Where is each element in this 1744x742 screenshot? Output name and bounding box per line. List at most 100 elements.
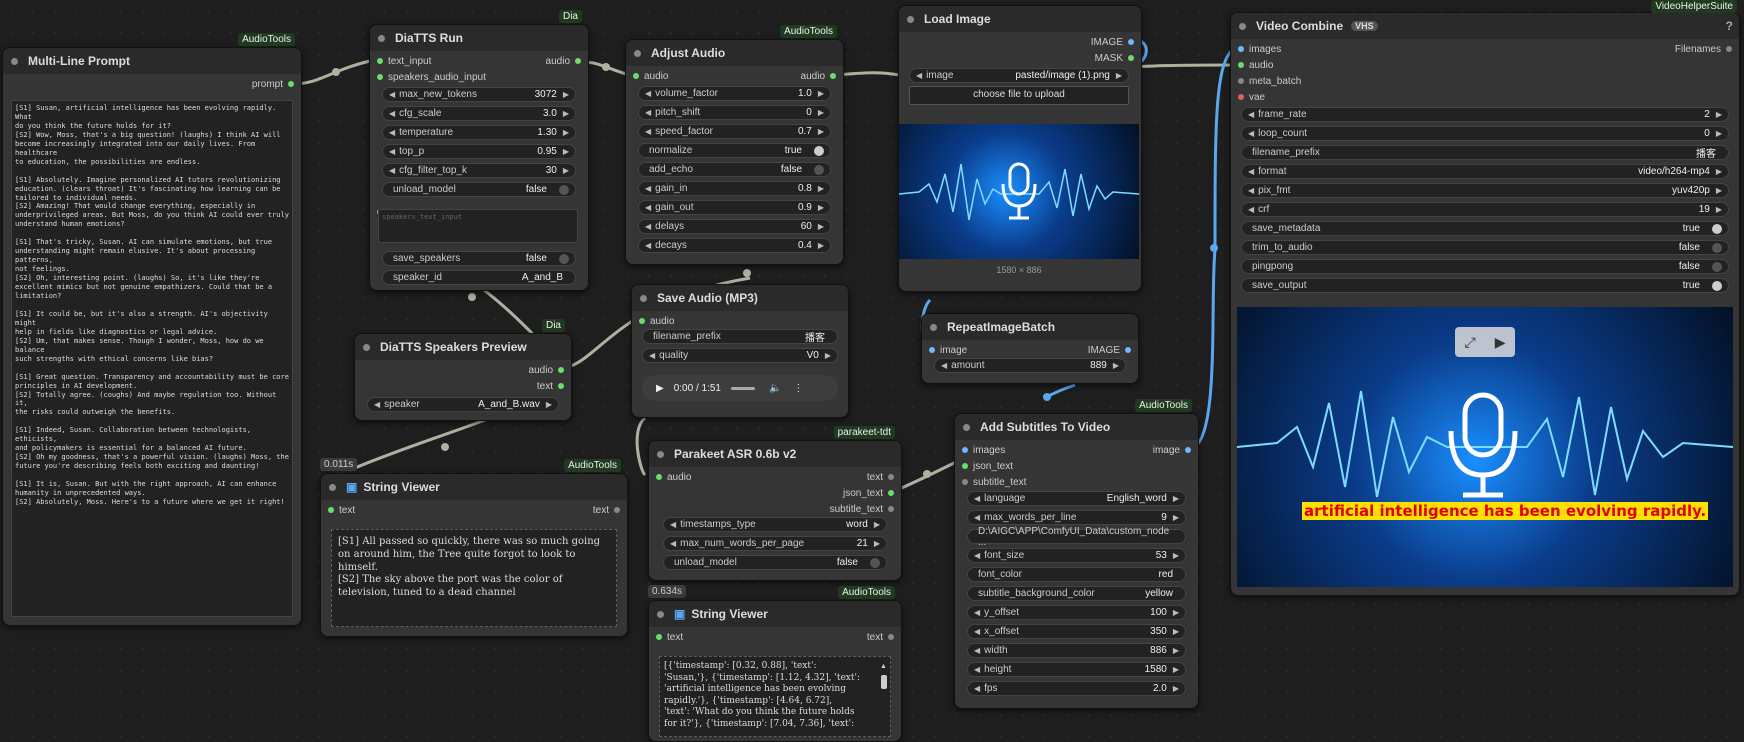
collapse-dot-icon[interactable] (378, 34, 385, 42)
arrow-left-icon[interactable]: ◀ (941, 361, 947, 370)
widget-max-words-per-line[interactable]: ◀ max_words_per_line 9 ▶ (967, 510, 1186, 525)
arrow-right-icon[interactable]: ▶ (818, 184, 824, 193)
widget-fps[interactable]: ◀ fps 2.0 ▶ (967, 681, 1186, 696)
input-images[interactable]: images (957, 443, 1005, 457)
toggle-icon[interactable] (870, 557, 880, 568)
input-text-input[interactable]: text_input (372, 54, 431, 68)
node-load-image[interactable]: Load Image IMAGE MASK ◀ image pasted/image… (898, 5, 1142, 292)
widget-filename-prefix[interactable]: filename_prefix 播客 (1241, 145, 1729, 160)
output-subtitle-text[interactable]: subtitle_text (830, 502, 899, 516)
audio-progress-bar[interactable] (730, 386, 755, 390)
node-title-bar[interactable]: Parakeet ASR 0.6b v2 (649, 441, 901, 467)
socket-icon[interactable] (1238, 46, 1244, 52)
input-audio[interactable]: audio (628, 69, 668, 83)
collapse-dot-icon[interactable] (963, 423, 970, 431)
widget-pitch-shift[interactable]: ◀ pitch_shift 0 ▶ (638, 105, 831, 120)
arrow-right-icon[interactable]: ▶ (1116, 71, 1122, 80)
arrow-right-icon[interactable]: ▶ (818, 203, 824, 212)
string-viewer-text[interactable]: [{'timestamp': [0.32, 0.88], 'text': 'Su… (659, 656, 891, 737)
play-video-icon[interactable]: ▶ (1495, 334, 1506, 351)
widget-trim-to-audio[interactable]: trim_to_audio false (1241, 240, 1729, 255)
arrow-right-icon[interactable]: ▶ (563, 147, 569, 156)
arrow-left-icon[interactable]: ◀ (645, 108, 651, 117)
node-video-combine[interactable]: VideoHelperSuite Video Combine VHS? image… (1230, 0, 1740, 596)
widget-height[interactable]: ◀ height 1580 ▶ (967, 662, 1186, 677)
arrow-right-icon[interactable]: ▶ (874, 539, 880, 548)
arrow-right-icon[interactable]: ▶ (1716, 167, 1722, 176)
socket-icon[interactable] (1238, 78, 1244, 84)
socket-icon[interactable] (1726, 46, 1732, 52)
widget-format[interactable]: ◀ format video/h264-mp4 ▶ (1241, 164, 1729, 179)
arrow-left-icon[interactable]: ◀ (645, 203, 651, 212)
toggle-icon[interactable] (1712, 261, 1722, 272)
prompt-textarea[interactable]: [S1] Susan, artificial intelligence has … (11, 100, 293, 617)
widget-crf[interactable]: ◀ crf 19 ▶ (1241, 202, 1729, 217)
widget-gain-in[interactable]: ◀ gain_in 0.8 ▶ (638, 181, 831, 196)
widget-unload-model[interactable]: unload_model false (663, 555, 887, 570)
arrow-left-icon[interactable]: ◀ (974, 513, 980, 522)
input-audio[interactable]: audio (634, 314, 674, 328)
more-options-icon[interactable]: ⋮ (793, 383, 803, 394)
widget-speaker[interactable]: ◀ speaker A_and_B.wav ▶ (367, 397, 559, 412)
widget-pingpong[interactable]: pingpong false (1241, 259, 1729, 274)
widget-speaker-id[interactable]: speaker_id A_and_B (382, 270, 576, 285)
output-filenames[interactable]: Filenames (1675, 42, 1737, 56)
arrow-left-icon[interactable]: ◀ (974, 627, 980, 636)
collapse-dot-icon[interactable] (657, 610, 664, 618)
node-title-bar[interactable]: Load Image (899, 6, 1141, 32)
socket-icon[interactable] (639, 318, 645, 324)
socket-icon[interactable] (888, 634, 894, 640)
widget-font-size[interactable]: ◀ font_size 53 ▶ (967, 548, 1186, 563)
scrollbar[interactable]: ▲ (880, 663, 887, 733)
toggle-icon[interactable] (559, 184, 569, 195)
node-string-viewer-1[interactable]: AudioTools ▣ String Viewer text text [S1]… (320, 459, 628, 637)
arrow-left-icon[interactable]: ◀ (649, 351, 655, 360)
arrow-right-icon[interactable]: ▶ (546, 400, 552, 409)
arrow-left-icon[interactable]: ◀ (645, 89, 651, 98)
widget-subtitle-background-color[interactable]: subtitle_background_color yellow (967, 586, 1186, 601)
arrow-right-icon[interactable]: ▶ (818, 241, 824, 250)
toggle-icon[interactable] (1712, 280, 1722, 291)
socket-icon[interactable] (1238, 94, 1244, 100)
socket-icon[interactable] (614, 507, 620, 513)
arrow-right-icon[interactable]: ▶ (1716, 186, 1722, 195)
collapse-dot-icon[interactable] (329, 483, 336, 491)
arrow-left-icon[interactable]: ◀ (645, 184, 651, 193)
node-title-bar[interactable]: ▣ String Viewer (649, 601, 901, 627)
arrow-right-icon[interactable]: ▶ (1173, 665, 1179, 674)
arrow-left-icon[interactable]: ◀ (974, 494, 980, 503)
node-title-bar[interactable]: Add Subtitles To Video (955, 414, 1198, 440)
output-image[interactable]: image (1153, 443, 1196, 457)
arrow-left-icon[interactable]: ◀ (974, 684, 980, 693)
arrow-left-icon[interactable]: ◀ (670, 520, 676, 529)
arrow-right-icon[interactable]: ▶ (818, 89, 824, 98)
socket-icon[interactable] (558, 383, 564, 389)
widget-decays[interactable]: ◀ decays 0.4 ▶ (638, 238, 831, 253)
socket-icon[interactable] (1125, 347, 1131, 353)
arrow-left-icon[interactable]: ◀ (974, 646, 980, 655)
arrow-left-icon[interactable]: ◀ (974, 608, 980, 617)
arrow-right-icon[interactable]: ▶ (1173, 684, 1179, 693)
widget-amount[interactable]: ◀ amount 889 ▶ (934, 358, 1126, 373)
collapse-dot-icon[interactable] (907, 15, 914, 23)
widget-add-echo[interactable]: add_echo false (638, 162, 831, 177)
output-image[interactable]: IMAGE (1088, 343, 1136, 357)
widget-filename-prefix[interactable]: filename_prefix 播客 (642, 329, 838, 344)
widget-save-output[interactable]: save_output true (1241, 278, 1729, 293)
node-title-bar[interactable]: RepeatImageBatch (922, 314, 1138, 340)
input-vae[interactable]: vae (1233, 90, 1265, 104)
arrow-right-icon[interactable]: ▶ (563, 109, 569, 118)
node-title-bar[interactable]: ▣ String Viewer (321, 474, 627, 500)
arrow-left-icon[interactable]: ◀ (645, 127, 651, 136)
video-preview[interactable]: ⤢ ▶ artificial intelligence has been evol… (1237, 307, 1733, 587)
node-add-subtitles[interactable]: AudioTools Add Subtitles To Video images… (954, 399, 1199, 709)
node-title-bar[interactable]: Save Audio (MP3) (632, 285, 848, 311)
arrow-right-icon[interactable]: ▶ (825, 351, 831, 360)
node-title-bar[interactable]: Multi-Line Prompt (3, 48, 301, 74)
node-title-bar[interactable]: Video Combine VHS? (1231, 13, 1739, 39)
toggle-icon[interactable] (559, 253, 569, 264)
socket-icon[interactable] (558, 367, 564, 373)
output-mask[interactable]: MASK (1095, 51, 1139, 65)
output-prompt[interactable]: prompt (252, 77, 299, 91)
input-speakers-audio[interactable]: speakers_audio_input (372, 70, 486, 84)
